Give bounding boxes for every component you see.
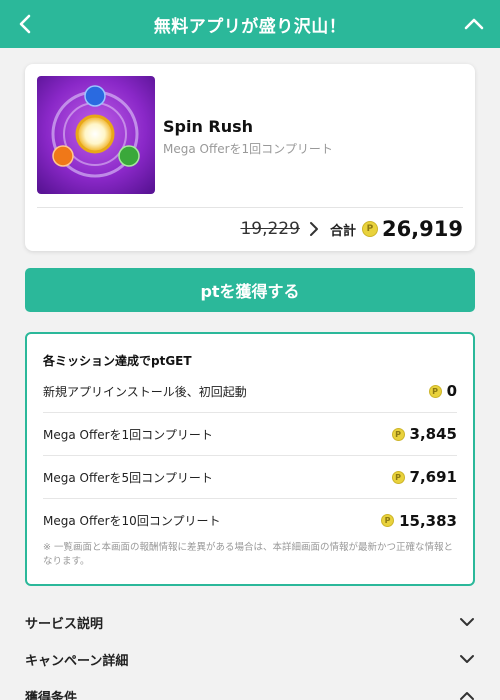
total-points: 26,919 <box>381 217 463 241</box>
price-row: 19,229 合計 P 26,919 <box>240 215 463 243</box>
top-bar: 無料アプリが盛り沢山！ <box>0 0 500 48</box>
mission-value: P 0 <box>428 382 457 400</box>
mission-row: Mega Offerを10回コンプリート P 15,383 <box>43 499 457 542</box>
chevron-down-icon <box>460 618 474 626</box>
app-subtitle: Mega Offerを1回コンプリート <box>163 142 333 156</box>
mission-points: 15,383 <box>399 511 457 530</box>
get-points-button[interactable]: ptを獲得する <box>25 268 475 312</box>
mission-row: Mega Offerを5回コンプリート P 7,691 <box>43 456 457 499</box>
section-service-description[interactable]: サービス説明 <box>25 604 475 640</box>
back-arrow-icon[interactable] <box>14 12 38 36</box>
mission-value: P 3,845 <box>391 425 457 443</box>
app-name: Spin Rush <box>163 117 254 136</box>
mission-value: P 15,383 <box>381 512 457 530</box>
total-label: 合計 <box>329 223 356 239</box>
mission-points: 3,845 <box>409 425 457 443</box>
section-label: 獲得条件 <box>25 690 78 700</box>
point-coin-icon: P <box>391 470 405 484</box>
chevron-up-icon[interactable] <box>462 12 486 36</box>
divider <box>37 207 463 208</box>
mission-note: ※ 一覧画面と本画面の報酬情報に差異がある場合は、本詳細画面の情報が最新かつ正確… <box>43 542 453 567</box>
app-card: Spin Rush Mega Offerを1回コンプリート 19,229 合計 … <box>25 64 475 251</box>
mission-value: P 7,691 <box>391 468 457 486</box>
mission-box: 各ミッション達成でptGET 新規アプリインストール後、初回起動 P 0 Meg… <box>25 332 475 586</box>
mission-label: Mega Offerを5回コンプリート <box>43 470 213 485</box>
point-coin-icon: P <box>381 514 395 527</box>
chevron-down-icon <box>460 655 474 663</box>
mission-label: Mega Offerを1回コンプリート <box>43 427 213 442</box>
point-coin-icon: P <box>428 384 442 398</box>
mission-label: 新規アプリインストール後、初回起動 <box>43 384 247 399</box>
point-coin-icon: P <box>361 221 378 237</box>
mission-row: Mega Offerを1回コンプリート P 3,845 <box>43 413 457 456</box>
section-acquisition-conditions[interactable]: 獲得条件 <box>25 678 475 700</box>
mission-points: 7,691 <box>409 468 457 486</box>
mission-row: 新規アプリインストール後、初回起動 P 0 <box>43 370 457 413</box>
old-points: 19,229 <box>240 219 300 239</box>
point-coin-icon: P <box>391 427 405 441</box>
chevron-up-icon <box>460 692 474 700</box>
mission-label: Mega Offerを10回コンプリート <box>43 514 221 528</box>
chevron-right-icon <box>309 222 318 236</box>
section-label: サービス説明 <box>25 616 104 632</box>
section-campaign-details[interactable]: キャンペーン詳細 <box>25 641 475 677</box>
app-icon <box>37 76 155 194</box>
mission-heading: 各ミッション達成でptGET <box>43 354 192 368</box>
page-title: 無料アプリが盛り沢山！ <box>153 16 347 37</box>
mission-list: 新規アプリインストール後、初回起動 P 0 Mega Offerを1回コンプリー… <box>43 370 457 542</box>
section-label: キャンペーン詳細 <box>25 653 129 669</box>
mission-points: 0 <box>446 382 457 400</box>
